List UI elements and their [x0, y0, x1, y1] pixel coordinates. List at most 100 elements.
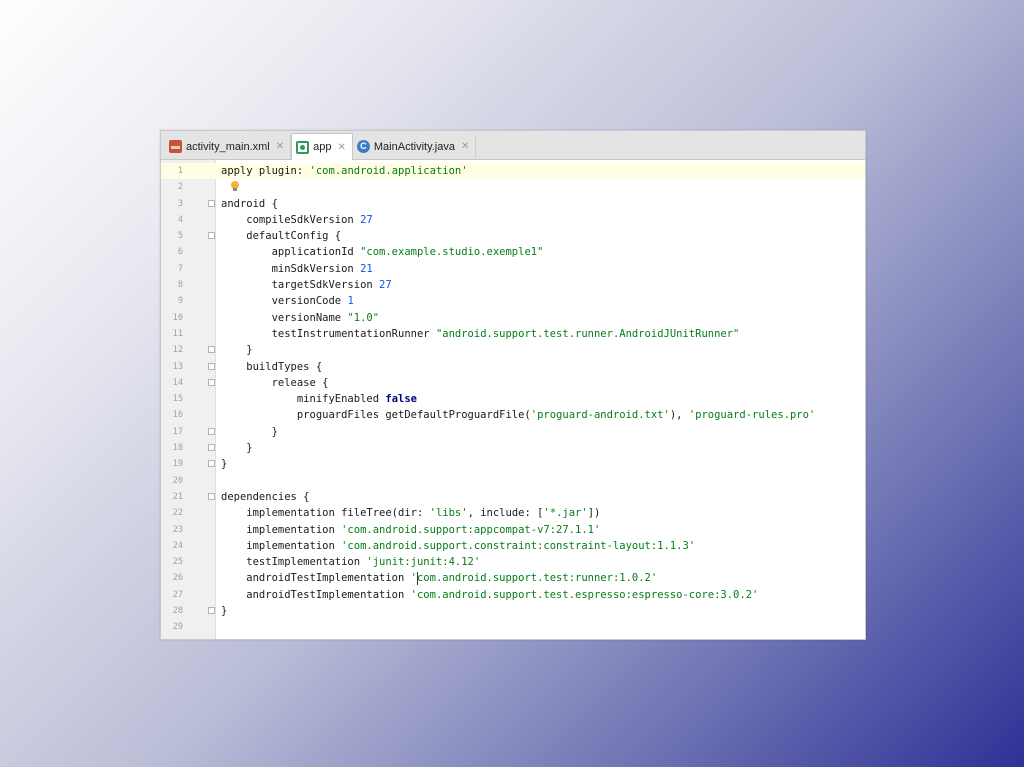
text-cursor-icon	[417, 572, 418, 586]
line-number: 6	[177, 247, 183, 258]
code-line[interactable]: 27 androidTestImplementation 'com.androi…	[161, 587, 865, 603]
line-number: 11	[172, 328, 183, 339]
code-text: testInstrumentationRunner "android.suppo…	[221, 327, 740, 340]
code-line[interactable]: 18 }	[161, 440, 865, 456]
line-number: 13	[172, 361, 183, 372]
code-line[interactable]: 6 applicationId "com.example.studio.exem…	[161, 244, 865, 260]
code-line[interactable]: 14 release {	[161, 375, 865, 391]
code-line[interactable]: 23 implementation 'com.android.support:a…	[161, 522, 865, 538]
code-line[interactable]: 5 defaultConfig {	[161, 228, 865, 244]
code-line[interactable]: 3 android {	[161, 196, 865, 212]
code-text: buildTypes {	[221, 360, 323, 373]
line-number: 18	[172, 443, 183, 454]
gradle-icon	[296, 140, 310, 154]
editor-tab-bar: activity_main.xml ✕ app ✕ C MainActivity…	[161, 131, 865, 160]
code-line[interactable]: 19}	[161, 456, 865, 472]
code-text: proguardFiles getDefaultProguardFile('pr…	[221, 409, 816, 422]
fold-marker-icon[interactable]	[208, 460, 215, 468]
fold-marker-icon[interactable]	[208, 199, 215, 207]
line-number: 29	[172, 622, 183, 633]
code-line[interactable]: 1 apply plugin: 'com.android.application'	[161, 163, 865, 180]
line-number: 25	[172, 557, 183, 568]
code-line[interactable]: 2	[161, 179, 865, 195]
line-number: 26	[172, 573, 183, 584]
code-text: applicationId "com.example.studio.exempl…	[221, 246, 544, 259]
close-icon[interactable]: ✕	[276, 141, 284, 152]
line-number: 7	[177, 263, 183, 274]
code-editor[interactable]: 1 apply plugin: 'com.android.application'…	[161, 160, 865, 639]
line-number: 19	[172, 459, 183, 470]
tab-main-activity-java[interactable]: C MainActivity.java ✕	[353, 135, 477, 158]
line-number: 1	[177, 166, 183, 176]
fold-marker-icon[interactable]	[208, 427, 215, 435]
close-icon[interactable]: ✕	[338, 142, 346, 153]
code-text: testImplementation 'junit:junit:4.12'	[221, 556, 481, 569]
code-line[interactable]: 24 implementation 'com.android.support.c…	[161, 538, 865, 554]
fold-marker-icon[interactable]	[208, 378, 215, 386]
line-number: 12	[172, 345, 183, 356]
line-number: 28	[172, 606, 183, 617]
java-class-icon: C	[356, 140, 370, 153]
code-text: apply plugin: 'com.android.application'	[221, 165, 468, 177]
code-line[interactable]: 26 androidTestImplementation 'com.androi…	[161, 570, 865, 586]
line-number: 23	[172, 524, 183, 535]
line-number: 14	[172, 377, 183, 388]
code-text: defaultConfig {	[221, 230, 342, 243]
line-number: 27	[172, 589, 183, 600]
fold-marker-icon[interactable]	[208, 444, 215, 452]
fold-marker-icon[interactable]	[208, 607, 215, 615]
line-number: 9	[177, 296, 183, 307]
code-line[interactable]: 20	[161, 473, 865, 489]
code-text: minifyEnabled false	[221, 393, 417, 406]
code-text: release {	[221, 376, 329, 389]
code-line[interactable]: 21 dependencies {	[161, 489, 865, 505]
line-number: 5	[177, 231, 183, 242]
code-text: implementation 'com.android.support:appc…	[221, 523, 601, 536]
code-line[interactable]: 10 versionName "1.0"	[161, 310, 865, 326]
code-line[interactable]: 11 testInstrumentationRunner "android.su…	[161, 326, 865, 342]
lightbulb-icon[interactable]	[231, 181, 239, 192]
fold-marker-icon[interactable]	[208, 362, 215, 370]
code-text: minSdkVersion 21	[221, 262, 373, 275]
code-text: }	[221, 442, 253, 455]
ide-window: activity_main.xml ✕ app ✕ C MainActivity…	[160, 130, 866, 640]
code-line[interactable]: 9 versionCode 1	[161, 293, 865, 309]
close-icon[interactable]: ✕	[461, 141, 469, 152]
code-line[interactable]: 25 testImplementation 'junit:junit:4.12'	[161, 554, 865, 570]
code-text: }	[221, 605, 228, 618]
fold-marker-icon[interactable]	[208, 232, 215, 240]
code-line[interactable]: 29	[161, 619, 865, 635]
line-number: 24	[172, 540, 183, 551]
code-line[interactable]: 12 }	[161, 342, 865, 358]
code-text: }	[221, 344, 253, 357]
code-line[interactable]: 28}	[161, 603, 865, 619]
code-line[interactable]: 17 }	[161, 424, 865, 440]
code-line[interactable]: 15 minifyEnabled false	[161, 391, 865, 407]
line-number: 16	[172, 410, 183, 421]
fold-marker-icon[interactable]	[208, 346, 215, 354]
code-line[interactable]: 8 targetSdkVersion 27	[161, 277, 865, 293]
line-number: 3	[177, 198, 183, 209]
code-line[interactable]: 22 implementation fileTree(dir: 'libs', …	[161, 505, 865, 521]
line-number: 10	[172, 312, 183, 323]
code-line[interactable]: 13 buildTypes {	[161, 359, 865, 375]
line-number: 4	[177, 214, 183, 225]
code-text: dependencies {	[221, 490, 310, 503]
code-text: compileSdkVersion 27	[221, 213, 373, 226]
code-line[interactable]: 16 proguardFiles getDefaultProguardFile(…	[161, 407, 865, 423]
line-number: 17	[172, 426, 183, 437]
code-text: }	[221, 458, 228, 471]
tab-app[interactable]: app ✕	[291, 133, 353, 160]
code-line[interactable]: 7 minSdkVersion 21	[161, 261, 865, 277]
code-area[interactable]: 1 apply plugin: 'com.android.application'…	[161, 163, 865, 636]
line-number: 15	[172, 394, 183, 405]
code-text: implementation 'com.android.support.cons…	[221, 539, 696, 552]
code-text: android {	[221, 197, 278, 210]
code-line[interactable]: 4 compileSdkVersion 27	[161, 212, 865, 228]
fold-marker-icon[interactable]	[208, 492, 215, 500]
tab-activity-main-xml[interactable]: activity_main.xml ✕	[165, 135, 292, 158]
tab-label: app	[313, 141, 332, 153]
xml-file-icon	[169, 140, 182, 153]
line-number: 21	[172, 491, 183, 502]
code-text: }	[221, 425, 278, 438]
